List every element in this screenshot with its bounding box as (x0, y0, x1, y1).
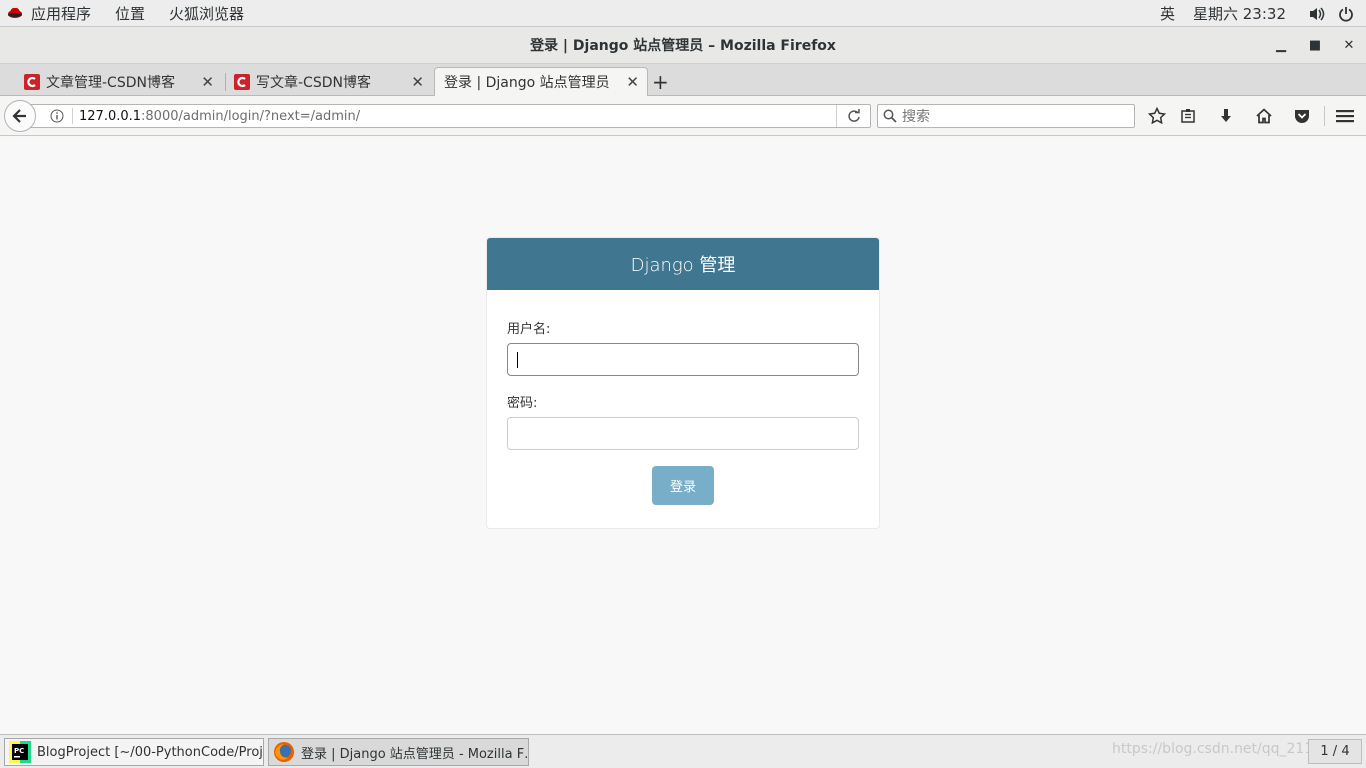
minimize-icon[interactable]: ▁ (1264, 38, 1298, 53)
tab-close-icon[interactable]: ✕ (626, 73, 639, 91)
reading-list-icon[interactable] (1176, 104, 1200, 128)
tab-close-icon[interactable]: ✕ (411, 73, 424, 91)
back-button[interactable] (4, 100, 36, 132)
input-method-indicator[interactable]: 英 (1160, 3, 1175, 24)
tab-article-manage[interactable]: 文章管理-CSDN博客 ✕ (24, 67, 226, 96)
login-header: Django 管理 (487, 238, 879, 290)
task-label: BlogProject [~/00-PythonCode/Proj… (37, 744, 264, 760)
password-field[interactable] (507, 417, 859, 450)
task-label: 登录 | Django 站点管理员 - Mozilla F… (301, 746, 529, 762)
bookmark-star-icon[interactable] (1145, 104, 1169, 128)
new-tab-icon[interactable]: + (652, 70, 669, 94)
tab-label: 写文章-CSDN博客 (256, 74, 371, 91)
places-menu[interactable]: 位置 (115, 3, 145, 24)
username-field[interactable] (507, 343, 859, 376)
hamburger-menu-icon[interactable] (1333, 104, 1357, 128)
maximize-icon[interactable]: ■ (1298, 38, 1332, 53)
search-placeholder: 搜索 (902, 109, 930, 125)
page-content: Django 管理 用户名: 密码: 登录 (0, 137, 1366, 734)
login-panel: Django 管理 用户名: 密码: 登录 (486, 237, 880, 529)
downloads-icon[interactable] (1214, 104, 1238, 128)
back-arrow-icon (12, 109, 26, 123)
login-form: 用户名: 密码: 登录 (487, 290, 879, 505)
applications-menu[interactable]: 应用程序 (31, 3, 91, 24)
close-window-icon[interactable]: ✕ (1332, 38, 1366, 53)
site-title: Django 管理 (630, 255, 736, 276)
password-label: 密码: (507, 396, 538, 411)
csdn-icon (234, 73, 250, 90)
tab-close-icon[interactable]: ✕ (201, 73, 214, 91)
task-firefox[interactable]: 登录 | Django 站点管理员 - Mozilla F… (268, 738, 529, 766)
tab-strip: 文章管理-CSDN博客 ✕ 写文章-CSDN博客 ✕ 登录 | Django 站… (0, 64, 1366, 96)
gnome-top-bar: 应用程序 位置 火狐浏览器 英 星期六 23:32 (0, 0, 1366, 27)
svg-text:PC: PC (14, 747, 24, 755)
pocket-icon[interactable] (1290, 104, 1314, 128)
login-button[interactable]: 登录 (652, 466, 714, 505)
search-bar[interactable]: 搜索 (877, 104, 1135, 128)
url-bar[interactable]: 127.0.0.1:8000/admin/login/?next=/admin/ (30, 104, 871, 128)
workspace-indicator[interactable]: 1 / 4 (1308, 739, 1362, 764)
home-icon[interactable] (1252, 104, 1276, 128)
username-label: 用户名: (507, 322, 551, 337)
power-icon[interactable] (1338, 6, 1354, 22)
text-caret (517, 352, 518, 368)
tab-django-login[interactable]: 登录 | Django 站点管理员 ✕ (434, 67, 648, 96)
tab-label: 登录 | Django 站点管理员 (444, 75, 610, 91)
tab-label: 文章管理-CSDN博客 (46, 74, 175, 91)
window-title: 登录 | Django 站点管理员 – Mozilla Firefox (530, 38, 836, 54)
pycharm-icon: PC (9, 741, 31, 763)
firefox-app-menu[interactable]: 火狐浏览器 (169, 3, 244, 24)
redhat-logo-icon (8, 7, 22, 18)
csdn-icon (24, 73, 40, 90)
task-pycharm[interactable]: PC BlogProject [~/00-PythonCode/Proj… (4, 738, 264, 766)
firefox-icon (274, 742, 294, 762)
tab-write-article[interactable]: 写文章-CSDN博客 ✕ (234, 67, 432, 96)
site-info-icon[interactable] (50, 109, 64, 123)
window-title-bar[interactable]: 登录 | Django 站点管理员 – Mozilla Firefox ▁ ■ … (0, 27, 1366, 64)
url-host: 127.0.0.1 (79, 108, 142, 124)
clock[interactable]: 星期六 23:32 (1193, 3, 1286, 24)
url-path: :8000/admin/login/?next=/admin/ (141, 108, 361, 124)
search-icon (883, 109, 897, 123)
reload-icon[interactable] (836, 105, 870, 127)
taskbar: PC BlogProject [~/00-PythonCode/Proj… 登录… (0, 734, 1366, 768)
volume-icon[interactable] (1308, 6, 1326, 22)
navigation-toolbar: 127.0.0.1:8000/admin/login/?next=/admin/… (0, 96, 1366, 136)
